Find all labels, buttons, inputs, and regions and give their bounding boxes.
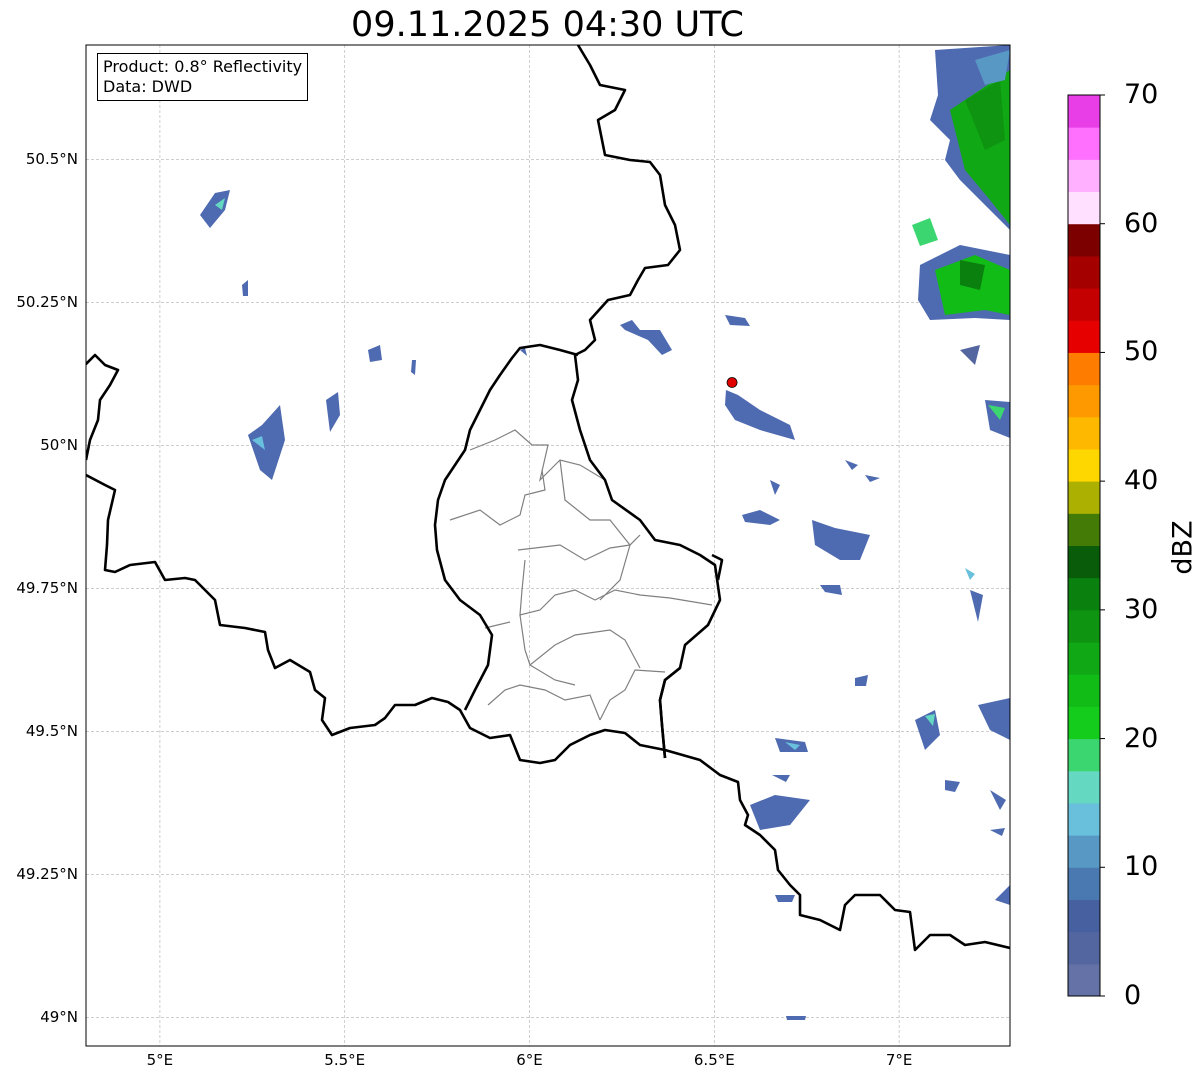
data-source-label: Data: DWD (103, 77, 193, 96)
colorbar-segment (1068, 384, 1100, 418)
colorbar (1067, 94, 1105, 997)
lat-tick-label: 49°N (40, 1008, 78, 1027)
radar-map (85, 44, 1105, 1047)
colorbar-segment (1068, 255, 1100, 289)
colorbar-segment (1068, 738, 1100, 772)
colorbar-tick-label: 40 (1124, 465, 1159, 497)
colorbar-segment (1068, 223, 1100, 257)
lon-tick-label: 6.5°E (693, 1051, 735, 1069)
colorbar-segment (1068, 963, 1100, 997)
colorbar-tick-label: 0 (1124, 980, 1142, 1011)
colorbar-tick-label: 20 (1124, 722, 1159, 754)
radar-site-marker[interactable] (726, 377, 738, 388)
lat-tick-label: 50.25°N (16, 293, 78, 312)
lat-tick-label: 49.25°N (16, 865, 78, 884)
echo-cluster-west (200, 190, 527, 480)
colorbar-segment (1068, 577, 1100, 611)
colorbar-segment (1068, 545, 1100, 579)
colorbar-label: dBZ (1167, 520, 1199, 575)
colorbar-tick-label: 60 (1124, 207, 1159, 239)
colorbar-segment (1068, 770, 1100, 804)
colorbar-tick-label: 10 (1124, 851, 1159, 883)
echo-cluster-northeast (912, 45, 1010, 438)
colorbar-segment (1068, 931, 1100, 965)
colorbar-segment (1068, 191, 1100, 225)
colorbar-segment (1068, 899, 1100, 933)
echo-cluster-center (620, 315, 1010, 1020)
lat-tick-label: 49.75°N (16, 579, 78, 598)
colorbar-segment (1068, 513, 1100, 546)
lat-tick-label: 49.5°N (25, 722, 78, 741)
colorbar-segment (1068, 288, 1100, 321)
admin-boundaries (449, 429, 713, 721)
colorbar-segment (1068, 642, 1100, 675)
colorbar-segment (1068, 802, 1100, 836)
colorbar-segment (1068, 867, 1100, 900)
colorbar-segment (1068, 159, 1100, 193)
lat-tick-label: 50.5°N (25, 150, 78, 169)
lon-tick-label: 6°E (516, 1051, 543, 1069)
colorbar-segment (1068, 835, 1100, 868)
colorbar-segment (1068, 416, 1100, 450)
colorbar-segment (1068, 320, 1100, 353)
colorbar-tick-label: 30 (1124, 593, 1159, 625)
colorbar-segment (1068, 352, 1100, 386)
lat-tick-label: 50°N (40, 436, 78, 455)
colorbar-segment (1068, 609, 1100, 643)
colorbar-segment (1068, 448, 1100, 482)
product-label: Product: 0.8° Reflectivity (103, 57, 303, 76)
lon-tick-label: 5°E (146, 1051, 174, 1069)
colorbar-segment (1068, 127, 1100, 160)
colorbar-segment (1068, 481, 1100, 514)
colorbar-segment (1068, 95, 1100, 128)
country-borders (86, 45, 1010, 952)
colorbar-tick-label: 70 (1124, 79, 1159, 110)
precipitation-echoes (200, 45, 1010, 1020)
lon-tick-label: 5.5°E (324, 1051, 366, 1069)
colorbar-segment (1068, 674, 1100, 707)
info-box: Product: 0.8° Reflectivity Data: DWD (97, 53, 309, 101)
colorbar-segment (1068, 706, 1100, 740)
colorbar-tick-label: 50 (1124, 336, 1159, 368)
lon-tick-label: 7°E (885, 1051, 913, 1069)
